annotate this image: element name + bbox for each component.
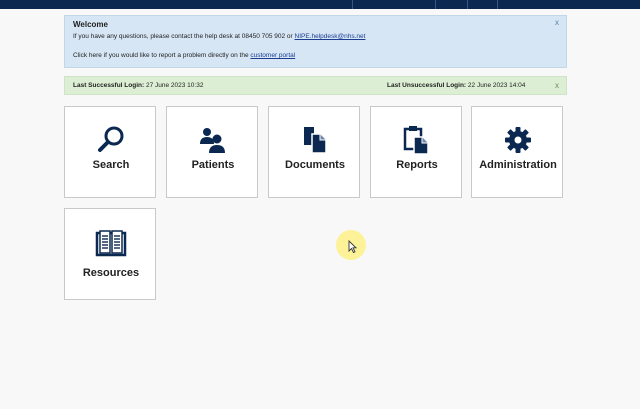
helpdesk-line: If you have any questions, please contac… <box>73 33 558 41</box>
nav-divider <box>435 0 436 9</box>
tile-search[interactable]: Search <box>64 106 156 198</box>
tile-patients[interactable]: Patients <box>166 106 258 198</box>
last-successful-login-value: 27 June 2023 10:32 <box>145 82 204 89</box>
tile-documents-label: Documents <box>285 159 345 171</box>
tile-documents[interactable]: Documents <box>268 106 360 198</box>
welcome-banner: Welcome If you have any questions, pleas… <box>64 15 567 68</box>
tile-administration-label: Administration <box>479 159 557 171</box>
last-unsuccessful-login: Last Unsuccessful Login: 22 June 2023 14… <box>387 77 525 94</box>
tile-search-label: Search <box>92 159 130 171</box>
nav-divider <box>352 0 353 9</box>
helpdesk-email-link[interactable]: NIPE.helpdesk@nhs.net <box>295 33 366 40</box>
login-status-bar: Last Successful Login: 27 June 2023 10:3… <box>64 76 567 95</box>
tile-resources[interactable]: Resources <box>64 208 156 300</box>
tile-patients-label: Patients <box>191 159 235 171</box>
magnifier-icon <box>65 125 157 155</box>
people-icon <box>167 125 259 155</box>
welcome-title: Welcome <box>73 20 108 29</box>
report-problem-text: Click here if you would like to report a… <box>73 52 251 59</box>
last-successful-login: Last Successful Login: 27 June 2023 10:3… <box>73 77 203 94</box>
tile-reports[interactable]: Reports <box>370 106 462 198</box>
last-unsuccessful-login-label: Last Unsuccessful Login: <box>387 82 467 89</box>
report-problem-line: Click here if you would like to report a… <box>73 52 558 60</box>
tile-resources-label: Resources <box>82 267 140 279</box>
close-welcome-button[interactable]: x <box>555 19 559 27</box>
top-navigation-bar <box>0 0 640 9</box>
customer-portal-link[interactable]: customer portal <box>250 52 295 59</box>
close-login-bar-button[interactable]: x <box>555 77 559 94</box>
mouse-pointer-icon <box>348 239 358 258</box>
tile-reports-label: Reports <box>396 159 438 171</box>
clipboard-icon <box>371 125 463 155</box>
gear-icon <box>472 125 564 155</box>
tile-administration[interactable]: Administration <box>471 106 563 198</box>
book-icon <box>65 229 157 259</box>
helpdesk-text: If you have any questions, please contac… <box>73 33 295 40</box>
nav-divider <box>467 0 468 9</box>
nav-divider <box>497 0 498 9</box>
documents-icon <box>269 125 361 155</box>
last-unsuccessful-login-value: 22 June 2023 14:04 <box>467 82 526 89</box>
last-successful-login-label: Last Successful Login: <box>73 82 145 89</box>
